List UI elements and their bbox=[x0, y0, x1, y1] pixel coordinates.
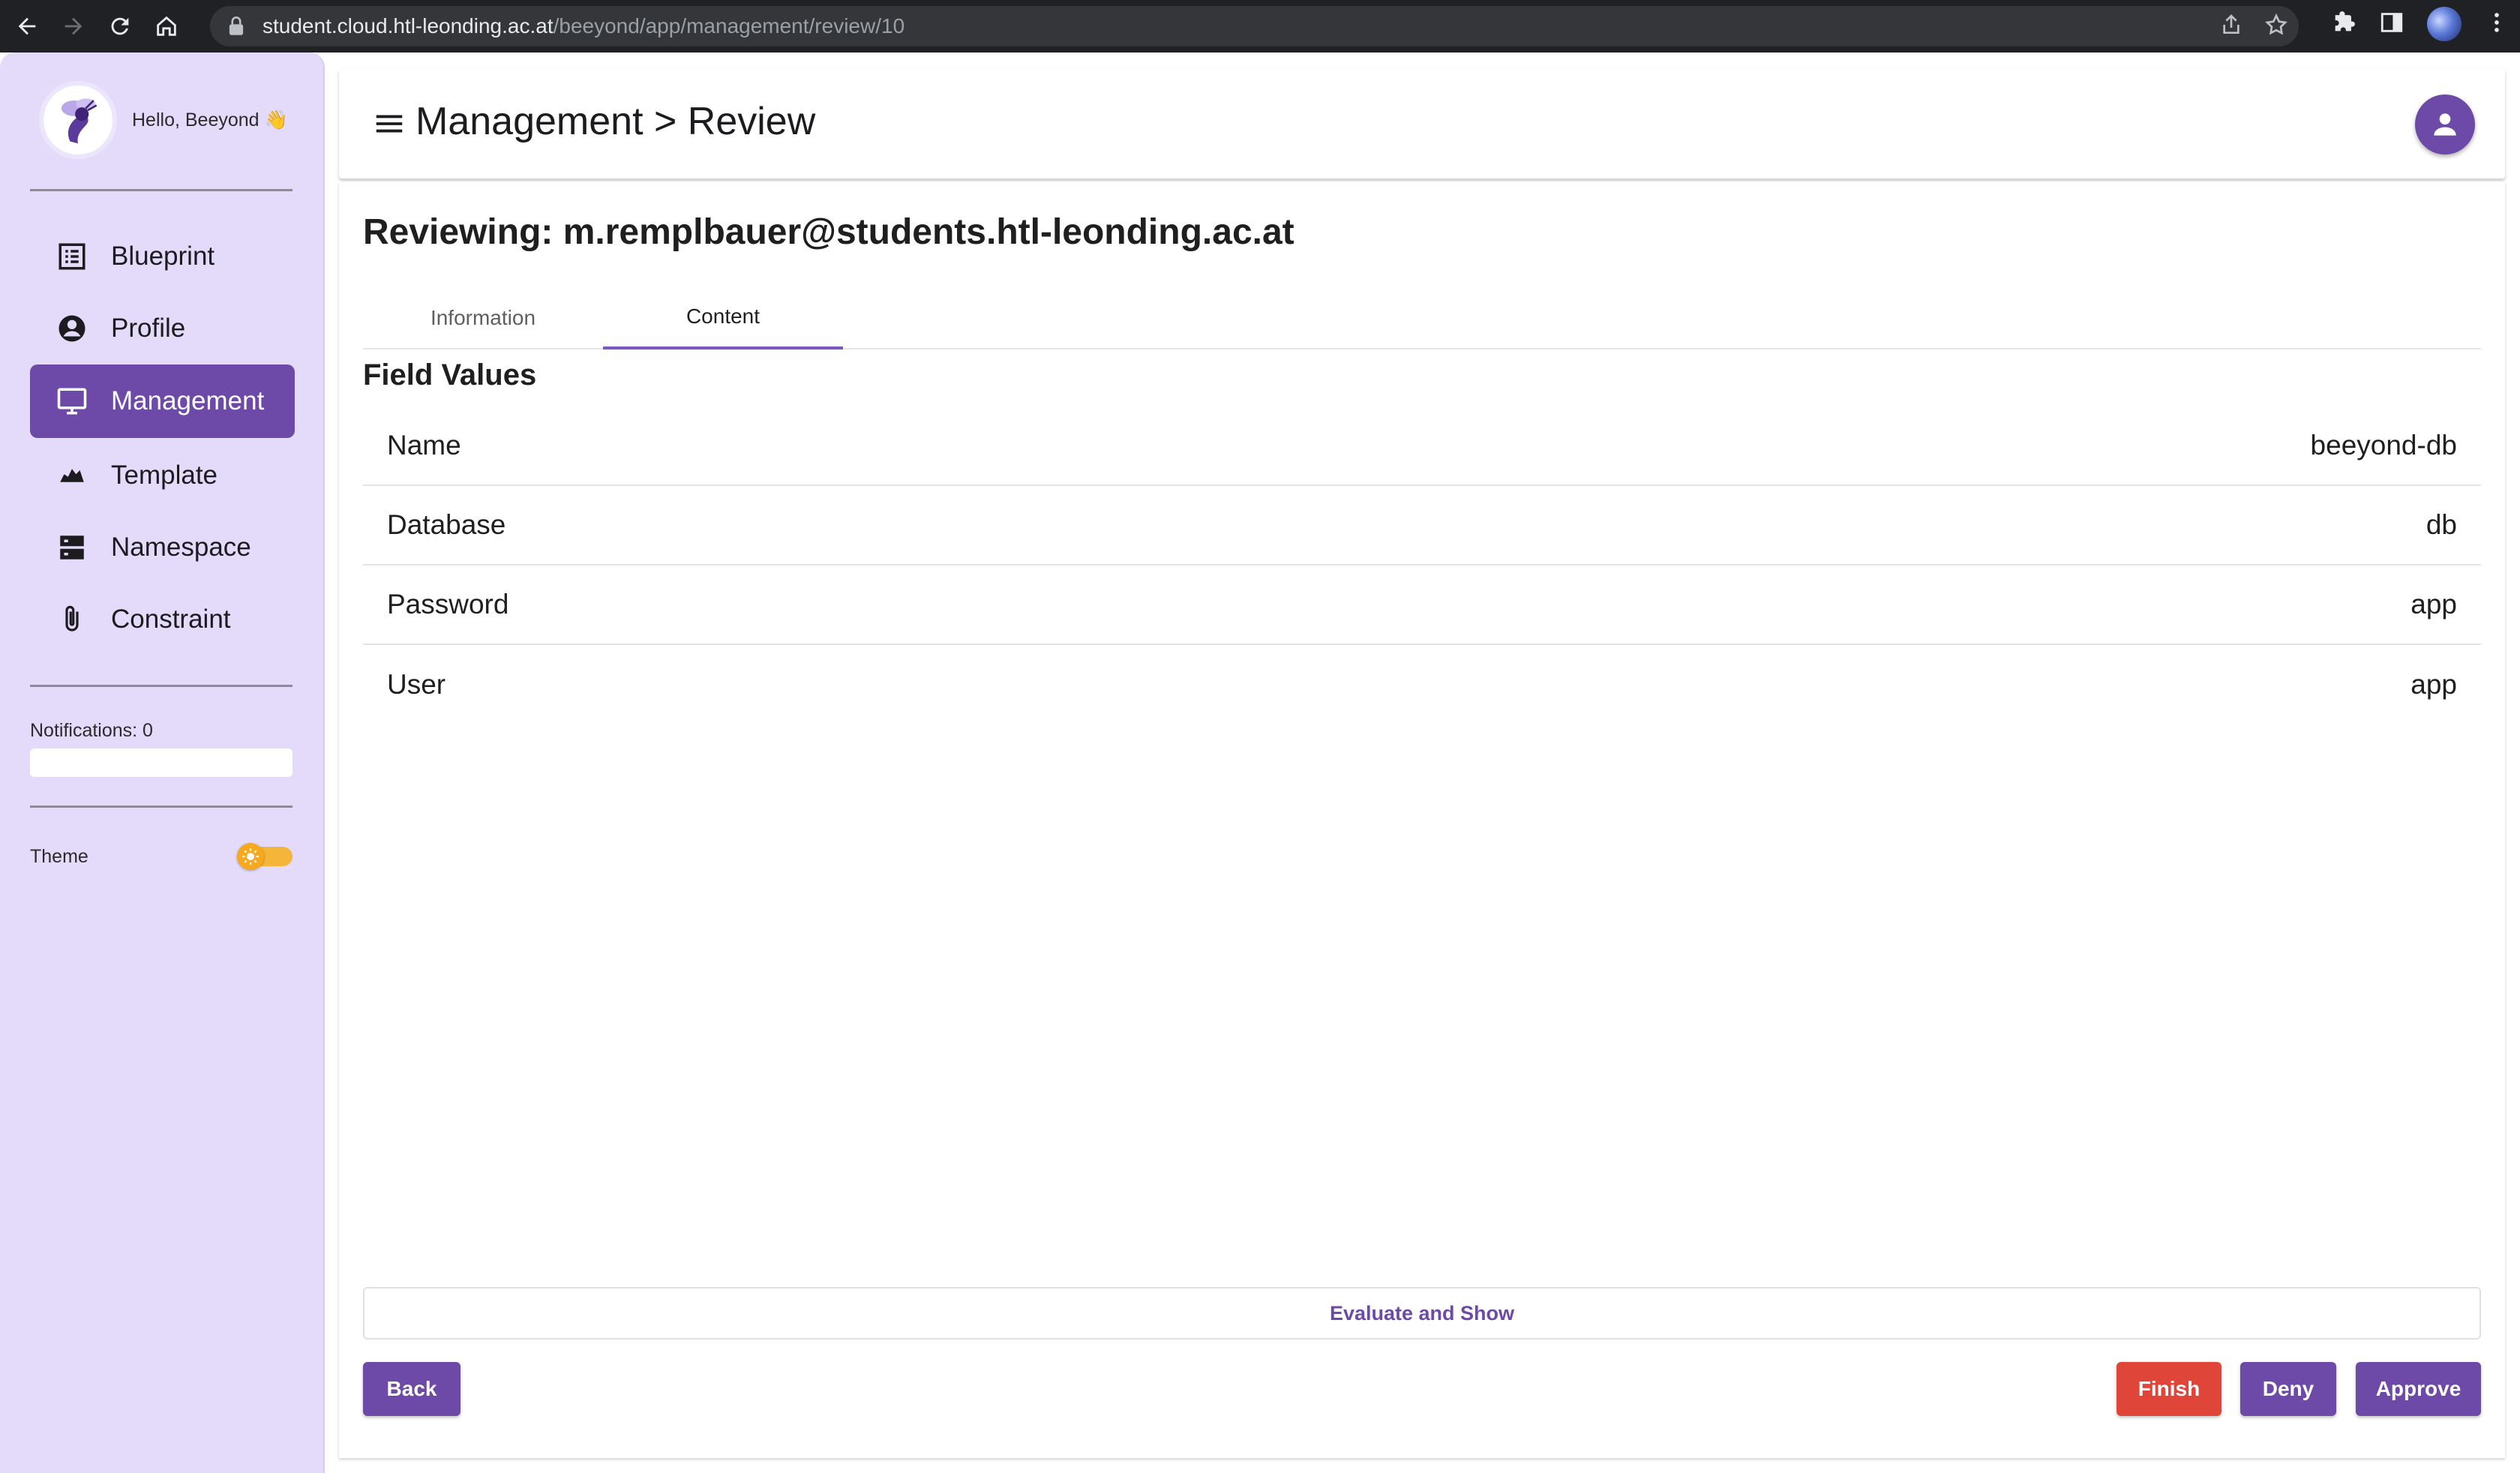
evaluate-and-show-button[interactable]: Evaluate and Show bbox=[363, 1287, 2481, 1340]
lock-icon bbox=[228, 16, 244, 36]
menu-icon[interactable] bbox=[372, 106, 406, 141]
field-value: db bbox=[2426, 509, 2457, 540]
sidebar-item-label: Template bbox=[111, 460, 218, 490]
theme-label: Theme bbox=[30, 846, 88, 867]
sidebar-item-label: Blueprint bbox=[111, 242, 215, 271]
browser-menu-icon[interactable] bbox=[2484, 10, 2510, 39]
reload-icon[interactable] bbox=[100, 7, 140, 46]
template-icon bbox=[56, 459, 88, 492]
user-greeting: Hello, Beeyond 👋 bbox=[39, 81, 288, 159]
sidebar-item-management[interactable]: Management bbox=[30, 364, 295, 438]
field-value: beeyond-db bbox=[2310, 430, 2457, 460]
field-value: app bbox=[2410, 589, 2457, 620]
address-bar[interactable]: student.cloud.htl-leonding.ac.at/beeyond… bbox=[210, 6, 2299, 46]
field-value: app bbox=[2410, 669, 2457, 700]
browser-profile-avatar[interactable] bbox=[2427, 7, 2462, 41]
table-row: User app bbox=[363, 645, 2481, 724]
finish-button[interactable]: Finish bbox=[2116, 1362, 2222, 1416]
field-name: User bbox=[387, 669, 446, 700]
page-title: Management > Review bbox=[416, 100, 816, 143]
account-circle-icon bbox=[56, 312, 88, 345]
sidebar-item-constraint[interactable]: Constraint bbox=[30, 583, 295, 656]
table-row: Name beeyond-db bbox=[363, 406, 2481, 486]
greeting-text: Hello, Beeyond 👋 bbox=[132, 109, 288, 130]
review-tabs: Information Content bbox=[363, 286, 2481, 350]
sidebar-item-blueprint[interactable]: Blueprint bbox=[30, 220, 295, 293]
bookmark-star-icon[interactable] bbox=[2264, 13, 2288, 42]
app-header: Management > Review bbox=[339, 69, 2505, 178]
side-panel-icon[interactable] bbox=[2379, 10, 2404, 39]
field-values-heading: Field Values bbox=[363, 358, 537, 392]
account-button[interactable] bbox=[2415, 94, 2475, 154]
notifications-label: Notifications: 0 bbox=[30, 720, 153, 741]
table-row: Database db bbox=[363, 486, 2481, 566]
sidebar: Hello, Beeyond 👋 Blueprint Profile Manag… bbox=[0, 52, 325, 1473]
sidebar-item-label: Management bbox=[111, 386, 265, 416]
field-name: Name bbox=[387, 430, 461, 460]
home-icon[interactable] bbox=[147, 7, 186, 46]
sidebar-item-namespace[interactable]: Namespace bbox=[30, 511, 295, 584]
paperclip-icon bbox=[56, 603, 88, 636]
share-icon[interactable] bbox=[2219, 13, 2243, 42]
sidebar-item-profile[interactable]: Profile bbox=[30, 292, 295, 365]
browser-toolbar: student.cloud.htl-leonding.ac.at/beeyond… bbox=[0, 0, 2520, 52]
sun-icon bbox=[237, 843, 264, 870]
person-icon bbox=[2434, 113, 2456, 136]
back-button[interactable]: Back bbox=[363, 1362, 460, 1416]
notifications-panel[interactable] bbox=[30, 748, 292, 777]
sidebar-divider bbox=[30, 806, 292, 808]
tab-information[interactable]: Information bbox=[363, 286, 603, 350]
url-path: /beeyond/app/management/review/10 bbox=[553, 14, 905, 38]
sidebar-item-template[interactable]: Template bbox=[30, 439, 295, 512]
sidebar-item-label: Profile bbox=[111, 314, 186, 343]
back-arrow-icon[interactable] bbox=[8, 7, 46, 46]
forward-arrow-icon[interactable] bbox=[54, 7, 93, 46]
theme-toggle[interactable] bbox=[237, 843, 292, 870]
approve-button[interactable]: Approve bbox=[2356, 1362, 2481, 1416]
deny-button[interactable]: Deny bbox=[2240, 1362, 2336, 1416]
sidebar-item-label: Namespace bbox=[111, 532, 251, 562]
dns-icon bbox=[56, 531, 88, 564]
monitor-icon bbox=[56, 385, 88, 418]
field-name: Password bbox=[387, 589, 509, 620]
field-name: Database bbox=[387, 509, 506, 540]
extensions-icon[interactable] bbox=[2331, 10, 2356, 39]
sidebar-item-label: Constraint bbox=[111, 604, 231, 634]
sidebar-divider bbox=[30, 189, 292, 191]
field-values-table: Name beeyond-db Database db Password app… bbox=[363, 406, 2481, 724]
beeyond-logo bbox=[39, 81, 117, 159]
sidebar-divider bbox=[30, 685, 292, 687]
table-row: Password app bbox=[363, 566, 2481, 645]
url-host: student.cloud.htl-leonding.ac.at bbox=[262, 14, 554, 38]
tab-content[interactable]: Content bbox=[603, 286, 843, 350]
review-title: Reviewing: m.remplbauer@students.htl-leo… bbox=[363, 212, 1294, 252]
list-alt-icon bbox=[56, 240, 88, 273]
review-panel: Reviewing: m.remplbauer@students.htl-leo… bbox=[339, 182, 2505, 1458]
